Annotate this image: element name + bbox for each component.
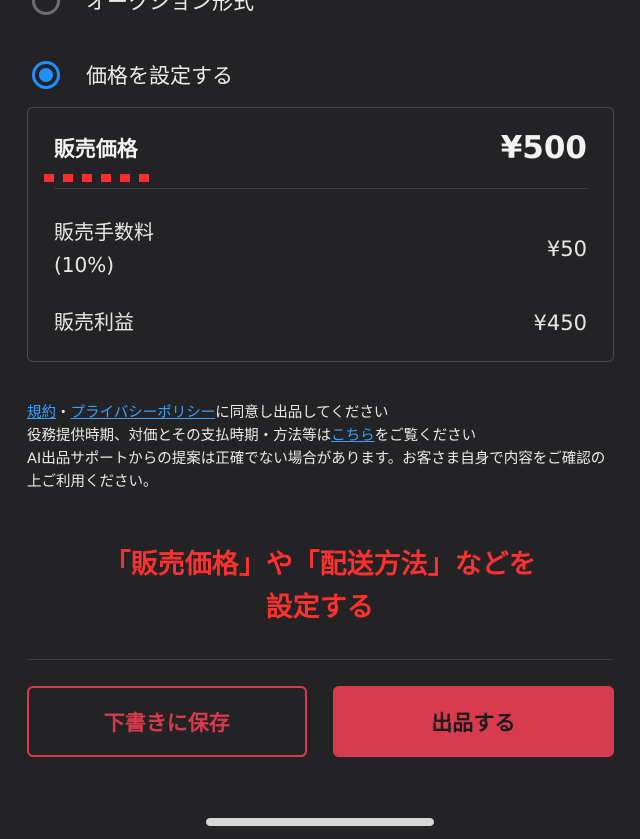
- notice-line3: AI出品サポートからの提案は正確でない場合があります。お客さま自身で内容をご確認…: [27, 451, 606, 490]
- notice-line2: 役務提供時期、対価とその支払時期・方法等はこちらをご覧ください: [27, 425, 617, 448]
- annotation-line1: 「販売価格」や「配送方法」などを: [104, 549, 536, 580]
- notice-agree-text: に同意し出品してください: [215, 405, 389, 421]
- save-draft-button[interactable]: 下書きに保存: [27, 686, 307, 757]
- list-item-button[interactable]: 出品する: [333, 686, 614, 757]
- footer-divider: [27, 659, 613, 660]
- fixed-price-radio[interactable]: [32, 61, 60, 89]
- annotation-line2: 設定する: [266, 592, 374, 623]
- notice-line1: 規約・プライバシーポリシーに同意し出品してください: [27, 402, 617, 425]
- fee-value: ¥50: [546, 237, 587, 261]
- profit-value: ¥450: [533, 310, 587, 335]
- instruction-annotation: 「販売価格」や「配送方法」などを 設定する: [0, 543, 640, 629]
- auction-radio[interactable]: [32, 0, 60, 15]
- fee-label-line1: 販売手数料: [54, 220, 154, 244]
- sale-price-label: 販売価格: [54, 137, 138, 161]
- sale-price-row[interactable]: 販売価格 ¥500: [54, 130, 587, 166]
- price-card-divider: [54, 188, 587, 189]
- auction-option-label: オークション形式: [86, 0, 254, 14]
- fee-row: 販売手数料 (10%) ¥50: [54, 216, 587, 282]
- notice-separator: ・: [56, 405, 71, 421]
- profit-label: 販売利益: [54, 310, 134, 334]
- price-card: 販売価格 ¥500 販売手数料 (10%) ¥50 販売利益 ¥450: [27, 107, 614, 362]
- notice-line2-suffix: をご覧ください: [374, 428, 477, 444]
- privacy-policy-link[interactable]: プライバシーポリシー: [71, 405, 216, 421]
- terms-link[interactable]: 規約: [27, 405, 56, 421]
- notice-line2-prefix: 役務提供時期、対価とその支払時期・方法等は: [27, 428, 332, 444]
- highlight-dots: [44, 174, 156, 182]
- here-link[interactable]: こちら: [331, 428, 375, 444]
- fixed-price-option-label: 価格を設定する: [86, 64, 233, 88]
- fee-label: 販売手数料 (10%): [54, 216, 154, 282]
- profit-row: 販売利益 ¥450: [54, 306, 587, 339]
- home-indicator[interactable]: [206, 818, 434, 826]
- sale-price-value[interactable]: ¥500: [501, 130, 587, 166]
- terms-notice: 規約・プライバシーポリシーに同意し出品してください 役務提供時期、対価とその支払…: [27, 402, 617, 494]
- listing-price-screen: オークション形式 価格を設定する 販売価格 ¥500 販売手数料 (10%) ¥…: [0, 0, 640, 839]
- fee-label-line2: (10%): [54, 253, 115, 277]
- fixed-price-option[interactable]: 価格を設定する: [32, 60, 233, 90]
- auction-option[interactable]: オークション形式: [32, 0, 254, 16]
